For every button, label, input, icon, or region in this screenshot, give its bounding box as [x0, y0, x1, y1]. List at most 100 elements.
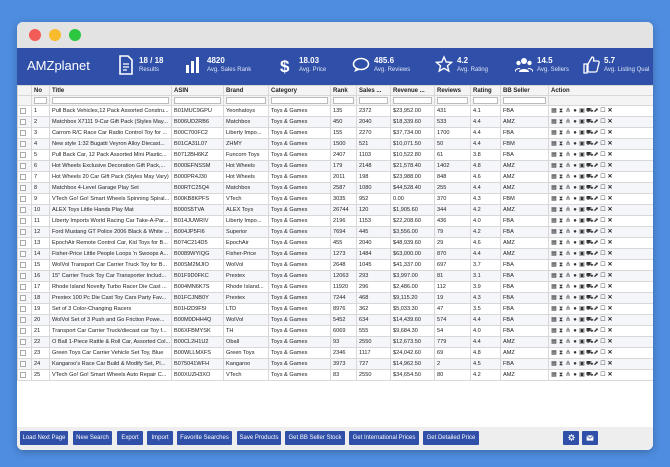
import-button[interactable]: Import [147, 431, 173, 445]
row-checkbox[interactable] [20, 371, 26, 378]
column-header-revenue[interactable]: Revenue ... [390, 85, 435, 96]
cart-icon[interactable]: ⛟ [586, 196, 594, 202]
row-checkbox[interactable] [20, 327, 26, 334]
table-cell[interactable]: VTech Go! Go! Smart Wheels Auto Repair C… [49, 369, 172, 381]
table-icon[interactable]: ▦ [551, 328, 557, 334]
globe-icon[interactable]: ● [572, 350, 578, 356]
table-icon[interactable]: ▦ [551, 317, 557, 323]
hourglass-icon[interactable]: ⧗ [558, 372, 564, 378]
table-row[interactable]: 10 ALEX Toys Little Hands Play Mat B000S5T… [17, 204, 653, 216]
get-bb-seller-stock-button[interactable]: Get BB Seller Stock [285, 431, 345, 445]
chart-icon[interactable]: ⬈ [593, 372, 599, 378]
cart-icon[interactable]: ⛟ [586, 306, 594, 312]
hourglass-icon[interactable]: ⧗ [558, 295, 564, 301]
globe-icon[interactable]: ● [572, 185, 578, 191]
sitemap-icon[interactable]: ⋔ [565, 240, 571, 246]
cube-icon[interactable]: ▣ [579, 196, 585, 202]
favorite-searches-button[interactable]: Favorite Searches [177, 431, 232, 445]
table-row[interactable]: 8 Matchbox 4-Level Garage Play Set B00RTC2… [17, 182, 653, 194]
column-header-sales[interactable]: Sales ... [356, 85, 391, 96]
checkbox-icon[interactable]: ☐ [600, 339, 606, 345]
cart-icon[interactable]: ⛟ [586, 372, 594, 378]
checkbox-icon[interactable]: ☐ [600, 350, 606, 356]
sitemap-icon[interactable]: ⋔ [565, 119, 571, 125]
cube-icon[interactable]: ▣ [579, 141, 585, 147]
sitemap-icon[interactable]: ⋔ [565, 350, 571, 356]
hourglass-icon[interactable]: ⧗ [558, 350, 564, 356]
column-header-rank[interactable]: Rank [330, 85, 357, 96]
filter-input-revenue[interactable] [393, 97, 432, 104]
checkbox-icon[interactable]: ☐ [600, 108, 606, 114]
globe-icon[interactable]: ● [572, 306, 578, 312]
row-checkbox[interactable] [20, 305, 26, 312]
chart-icon[interactable]: ⬈ [593, 295, 599, 301]
cube-icon[interactable]: ▣ [579, 350, 585, 356]
table-icon[interactable]: ▦ [551, 207, 557, 213]
table-icon[interactable]: ▦ [551, 119, 557, 125]
table-icon[interactable]: ▦ [551, 284, 557, 290]
checkbox-icon[interactable]: ☐ [600, 174, 606, 180]
table-icon[interactable]: ▦ [551, 218, 557, 224]
get-international-prices-button[interactable]: Get International Prices [349, 431, 419, 445]
hourglass-icon[interactable]: ⧗ [558, 273, 564, 279]
chart-icon[interactable]: ⬈ [593, 339, 599, 345]
cart-icon[interactable]: ⛟ [586, 108, 594, 114]
checkbox-icon[interactable]: ☐ [600, 284, 606, 290]
globe-icon[interactable]: ● [572, 339, 578, 345]
row-checkbox[interactable] [20, 316, 26, 323]
sitemap-icon[interactable]: ⋔ [565, 251, 571, 257]
filter-input-rank[interactable] [333, 97, 354, 104]
table-cell[interactable]: Set of 3 Color-Changing Racers [49, 303, 172, 315]
table-cell[interactable]: Carrom R/C Race Car Radio Control Toy fo… [49, 127, 172, 139]
settings-button[interactable] [563, 431, 579, 445]
hourglass-icon[interactable]: ⧗ [558, 163, 564, 169]
cube-icon[interactable]: ▣ [579, 119, 585, 125]
row-checkbox[interactable] [20, 349, 26, 356]
table-cell[interactable]: Transport Car Carrier Truck/diecast car … [49, 325, 172, 337]
row-checkbox[interactable] [20, 294, 26, 301]
column-header-bb-seller[interactable]: BB Seller [500, 85, 549, 96]
checkbox-icon[interactable]: ☐ [600, 251, 606, 257]
filter-input-no[interactable] [34, 97, 47, 104]
sitemap-icon[interactable]: ⋔ [565, 185, 571, 191]
chart-icon[interactable]: ⬈ [593, 350, 599, 356]
cart-icon[interactable]: ⛟ [586, 141, 594, 147]
cube-icon[interactable]: ▣ [579, 218, 585, 224]
close-icon[interactable]: ✕ [607, 163, 613, 169]
sitemap-icon[interactable]: ⋔ [565, 108, 571, 114]
hourglass-icon[interactable]: ⧗ [558, 361, 564, 367]
maximize-window-button[interactable] [69, 29, 81, 41]
table-icon[interactable]: ▦ [551, 196, 557, 202]
globe-icon[interactable]: ● [572, 240, 578, 246]
close-icon[interactable]: ✕ [607, 328, 613, 334]
cart-icon[interactable]: ⛟ [586, 317, 594, 323]
hourglass-icon[interactable]: ⧗ [558, 339, 564, 345]
cart-icon[interactable]: ⛟ [586, 350, 594, 356]
cart-icon[interactable]: ⛟ [586, 229, 594, 235]
column-header-reviews[interactable]: Reviews [434, 85, 471, 96]
cube-icon[interactable]: ▣ [579, 295, 585, 301]
filter-input-brand[interactable] [226, 97, 266, 104]
table-row[interactable]: 6 Hot Wheels Exclusive Decoration Gift Pa… [17, 160, 653, 172]
chart-icon[interactable]: ⬈ [593, 130, 599, 136]
table-cell[interactable]: WolVol Set of 3 Push and Go Friction Pow… [49, 314, 172, 326]
table-cell[interactable]: Green Toys Car Carrier Vehicle Set Toy, … [49, 347, 172, 359]
table-icon[interactable]: ▦ [551, 229, 557, 235]
table-cell[interactable]: Pull Back Car, 12 Pack Assorted Mini Pla… [49, 149, 172, 161]
table-cell[interactable]: EpochAir Remote Control Car, Kid Toys fo… [49, 237, 172, 249]
chart-icon[interactable]: ⬈ [593, 108, 599, 114]
close-icon[interactable]: ✕ [607, 361, 613, 367]
table-icon[interactable]: ▦ [551, 306, 557, 312]
filter-input-category[interactable] [271, 97, 328, 104]
hourglass-icon[interactable]: ⧗ [558, 284, 564, 290]
table-row[interactable]: 9 VTech Go! Go! Smart Wheels Spinning Spi… [17, 193, 653, 205]
table-cell[interactable]: New style 1:32 Bugatti Veyron Alloy Diec… [49, 138, 172, 150]
close-icon[interactable]: ✕ [607, 262, 613, 268]
load-next-page-button[interactable]: Load Next Page [20, 431, 68, 445]
chart-icon[interactable]: ⬈ [593, 262, 599, 268]
hourglass-icon[interactable]: ⧗ [558, 240, 564, 246]
close-icon[interactable]: ✕ [607, 273, 613, 279]
hourglass-icon[interactable]: ⧗ [558, 130, 564, 136]
chart-icon[interactable]: ⬈ [593, 306, 599, 312]
sitemap-icon[interactable]: ⋔ [565, 141, 571, 147]
